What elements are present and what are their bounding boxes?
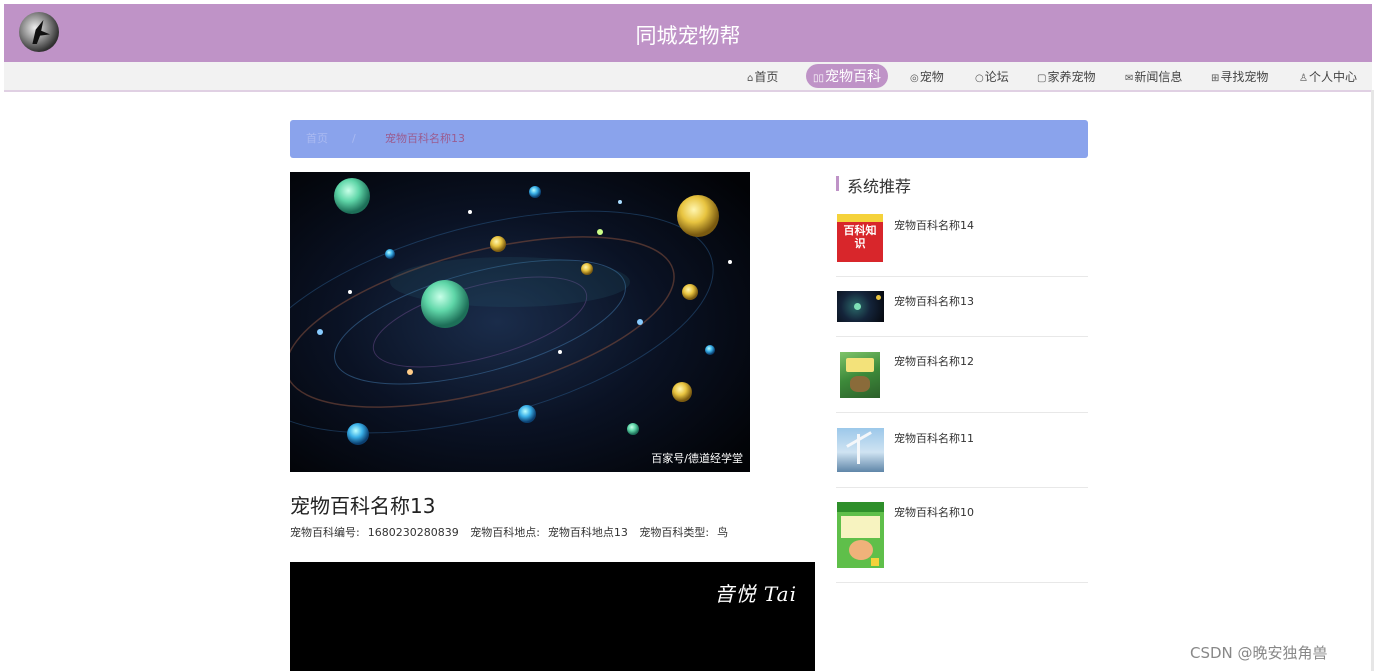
nav-find-pet-label: 寻找宠物 — [1220, 70, 1269, 84]
book-icon: ▯▯ — [813, 73, 825, 84]
meta-number-value: 1680230280839 — [367, 526, 459, 539]
recommend-accent-bar — [836, 176, 839, 191]
right-scroll-edge — [1371, 90, 1374, 671]
recommend-item[interactable]: 宠物百科名称13 — [836, 276, 1088, 337]
nav-news[interactable]: ✉新闻信息 — [1125, 68, 1182, 85]
video-logo: 音悦 Tai — [714, 582, 797, 606]
recommend-item-name: 宠物百科名称14 — [894, 219, 974, 232]
recommend-thumb — [837, 428, 884, 472]
recommend-thumb — [837, 291, 884, 322]
galaxy-image — [290, 172, 750, 472]
recommend-item-name: 宠物百科名称12 — [894, 355, 974, 368]
meta-place-label: 宠物百科地点: — [470, 526, 540, 539]
nav-pets[interactable]: ◎宠物 — [910, 68, 944, 85]
recommend-item-name: 宠物百科名称13 — [894, 295, 974, 308]
home-icon: ⌂ — [747, 73, 754, 84]
recommend-item[interactable]: 宠物百科名称12 — [836, 336, 1088, 413]
nav-pets-label: 宠物 — [919, 70, 944, 84]
recommend-item-name: 宠物百科名称10 — [894, 506, 974, 519]
nav-pet-encyclopedia-label: 宠物百科 — [825, 69, 882, 85]
nav-user-center[interactable]: ♙个人中心 — [1299, 68, 1357, 85]
video-player[interactable]: 音悦 Tai — [290, 562, 815, 671]
nav-home-pets[interactable]: ▢家养宠物 — [1037, 68, 1095, 85]
recommend-thumb — [840, 352, 880, 398]
search-pet-icon: ⊞ — [1211, 73, 1220, 84]
article-title: 宠物百科名称13 — [290, 494, 436, 518]
nav-forum-label: 论坛 — [984, 70, 1009, 84]
recommend-title: 系统推荐 — [847, 177, 912, 196]
recommend-item[interactable]: 百科知识 宠物百科名称14 — [836, 207, 1088, 277]
breadcrumb: 首页 / 宠物百科名称13 — [290, 120, 1088, 158]
image-caption: 百家号/德道经学堂 — [651, 452, 743, 465]
article-image: 百家号/德道经学堂 — [290, 172, 750, 472]
nav-home-label: 首页 — [754, 70, 779, 84]
meta-number-label: 宠物百科编号: — [290, 526, 360, 539]
meta-place-value: 宠物百科地点13 — [547, 526, 628, 539]
breadcrumb-current: 宠物百科名称13 — [385, 132, 465, 145]
meta-type-value: 鸟 — [717, 526, 729, 539]
mail-icon: ✉ — [1125, 73, 1134, 84]
user-icon: ♙ — [1299, 73, 1308, 84]
nav-home[interactable]: ⌂首页 — [747, 68, 778, 85]
site-title: 同城宠物帮 — [635, 24, 741, 48]
nav-home-pets-label: 家养宠物 — [1047, 70, 1096, 84]
breadcrumb-separator: / — [352, 132, 356, 145]
nav-find-pet[interactable]: ⊞寻找宠物 — [1211, 68, 1268, 85]
recommend-thumb: 百科知识 — [837, 214, 883, 262]
nav-user-center-label: 个人中心 — [1308, 70, 1357, 84]
doc-icon: ▢ — [1037, 73, 1047, 84]
site-header: 同城宠物帮 — [4, 4, 1372, 62]
article-meta: 宠物百科编号: 1680230280839 宠物百科地点: 宠物百科地点13 宠物百… — [290, 524, 736, 540]
breadcrumb-home-link[interactable]: 首页 — [306, 120, 328, 158]
nav-news-label: 新闻信息 — [1134, 70, 1183, 84]
meta-type-label: 宠物百科类型: — [639, 526, 710, 539]
pet-icon: ◎ — [910, 73, 919, 84]
nav-pet-encyclopedia[interactable]: ▯▯宠物百科 — [806, 64, 889, 88]
csdn-watermark: CSDN @晚安独角兽 — [1190, 644, 1328, 662]
recommend-item[interactable]: 宠物百科名称10 — [836, 487, 1088, 583]
chat-icon: ○ — [975, 73, 984, 84]
thumb-text: 百科知识 — [843, 224, 877, 250]
recommend-thumb — [837, 502, 884, 568]
recommend-item-name: 宠物百科名称11 — [894, 432, 974, 445]
nav-forum[interactable]: ○论坛 — [975, 68, 1009, 85]
main-nav: ⌂首页 ▯▯宠物百科 ◎宠物 ○论坛 ▢家养宠物 ✉新闻信息 ⊞寻找宠物 ♙个人… — [4, 62, 1372, 92]
recommend-item[interactable]: 宠物百科名称11 — [836, 412, 1088, 488]
